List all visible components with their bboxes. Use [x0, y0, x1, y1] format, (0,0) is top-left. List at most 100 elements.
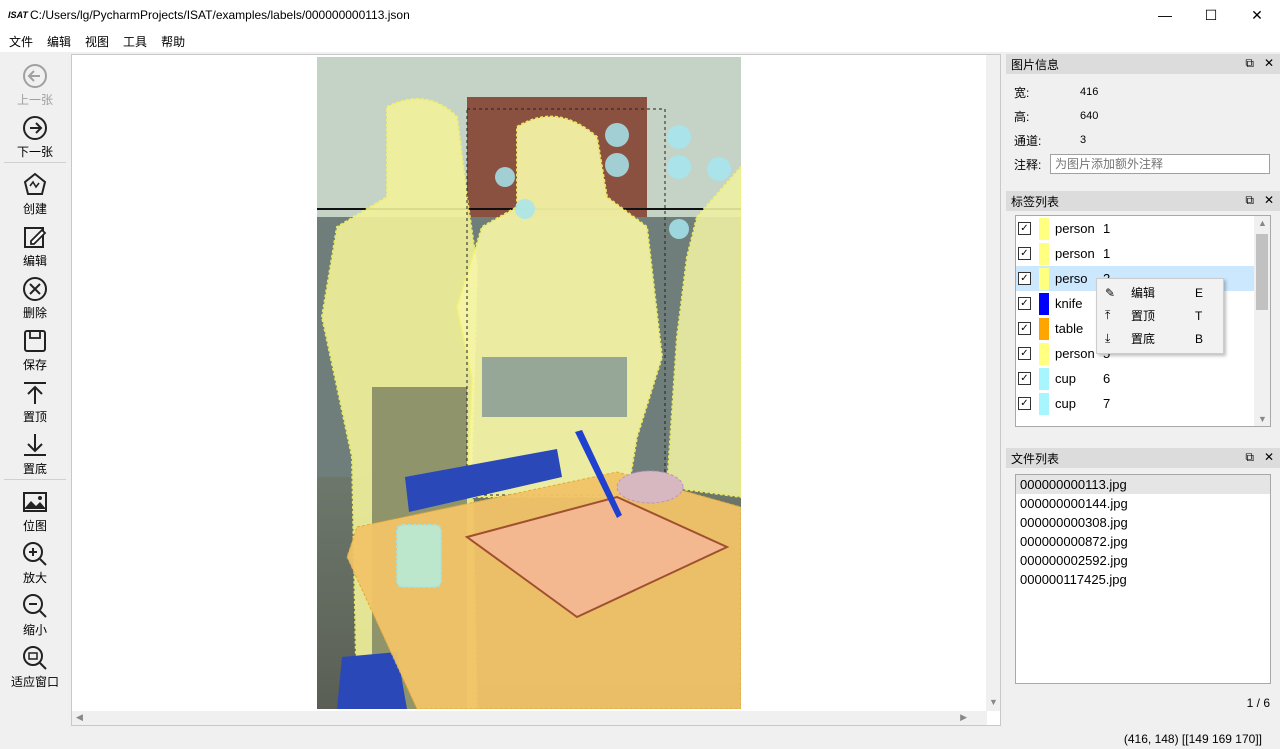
- note-input[interactable]: [1050, 154, 1270, 174]
- scroll-down-arrow-icon[interactable]: ▼: [989, 697, 998, 707]
- prev-image-button[interactable]: 上一张: [0, 56, 70, 108]
- toolbar: 上一张 下一张 创建 编辑 删除 保存 置顶 置底 位图 放大 缩小 适应窗口: [0, 56, 70, 726]
- next-image-button[interactable]: 下一张: [0, 108, 70, 160]
- context-edit-label: 编辑: [1131, 286, 1156, 300]
- bitmap-button[interactable]: 位图: [0, 482, 70, 534]
- label-list-scrollbar[interactable]: ▲ ▼: [1254, 216, 1270, 426]
- file-list-item[interactable]: 000000002592.jpg: [1016, 551, 1270, 570]
- save-button[interactable]: 保存: [0, 321, 70, 373]
- file-list[interactable]: 000000000113.jpg 000000000144.jpg 00000000…: [1015, 474, 1271, 684]
- file-list-item[interactable]: 000000117425.jpg: [1016, 570, 1270, 589]
- context-edit-shortcut: E: [1195, 285, 1204, 300]
- prev-image-label: 上一张: [16, 93, 53, 107]
- context-edit-item[interactable]: ✎ 编辑 E: [1097, 281, 1223, 304]
- float-dock-icon[interactable]: ⧉: [1245, 450, 1254, 465]
- label-list-item[interactable]: ✓ cup 6: [1016, 366, 1270, 391]
- create-button[interactable]: 创建: [0, 165, 70, 217]
- float-dock-icon[interactable]: ⧉: [1245, 193, 1254, 208]
- canvas-horizontal-scrollbar[interactable]: ◀ ▶: [72, 711, 987, 725]
- label-group-id: 1: [1103, 246, 1111, 261]
- visibility-checkbox[interactable]: ✓: [1018, 272, 1031, 285]
- label-list-item[interactable]: ✓ person 1: [1016, 241, 1270, 266]
- visibility-checkbox[interactable]: ✓: [1018, 347, 1031, 360]
- visibility-checkbox[interactable]: ✓: [1018, 222, 1031, 235]
- file-list-item[interactable]: 000000000308.jpg: [1016, 513, 1270, 532]
- file-list-item[interactable]: 000000000872.jpg: [1016, 532, 1270, 551]
- visibility-checkbox[interactable]: ✓: [1018, 372, 1031, 385]
- menu-tools[interactable]: 工具: [116, 33, 154, 50]
- context-to-bottom-shortcut: B: [1195, 331, 1204, 346]
- label-name: cup: [1055, 371, 1076, 386]
- polygon-create-icon: [23, 172, 47, 195]
- label-group-id: 7: [1103, 396, 1111, 411]
- menu-view[interactable]: 视图: [78, 33, 116, 50]
- cup-mask[interactable]: [396, 524, 442, 588]
- label-color-swatch: [1039, 392, 1049, 415]
- menu-file[interactable]: 文件: [2, 33, 40, 50]
- float-dock-icon[interactable]: ⧉: [1245, 56, 1254, 71]
- menu-edit[interactable]: 编辑: [40, 33, 78, 50]
- image-scene: [317, 57, 741, 709]
- label-list-item[interactable]: ✓ cup 7: [1016, 391, 1270, 416]
- edit-button[interactable]: 编辑: [0, 217, 70, 269]
- visibility-checkbox[interactable]: ✓: [1018, 322, 1031, 335]
- to-top-button[interactable]: 置顶: [0, 373, 70, 425]
- to-top-icon: [24, 382, 46, 404]
- context-to-top-shortcut: T: [1195, 308, 1203, 323]
- edit-label: 编辑: [22, 254, 47, 268]
- visibility-checkbox[interactable]: ✓: [1018, 397, 1031, 410]
- save-icon: [24, 330, 46, 352]
- arrow-left-circle-icon: [23, 64, 47, 88]
- close-window-button[interactable]: ✕: [1234, 0, 1280, 30]
- width-label: 宽:: [1014, 85, 1030, 100]
- annotated-image[interactable]: [317, 57, 741, 709]
- image-info-title: 图片信息: [1011, 57, 1060, 72]
- zoom-in-button[interactable]: 放大: [0, 534, 70, 586]
- delete-circle-icon: [23, 277, 47, 301]
- close-dock-icon[interactable]: ✕: [1264, 450, 1274, 465]
- label-list[interactable]: ✓person1✓person1✓perso2✓knife✓table✓pers…: [1015, 215, 1271, 427]
- scroll-thumb[interactable]: [1256, 234, 1268, 310]
- channels-value: 3: [1080, 134, 1087, 146]
- image-info-dock: 图片信息 ⧉ ✕ 宽: 416 高: 640 通道: 3 注释:: [1006, 54, 1280, 190]
- canvas-vertical-scrollbar[interactable]: ▼: [986, 55, 1000, 711]
- close-dock-icon[interactable]: ✕: [1264, 56, 1274, 71]
- file-list-title: 文件列表: [1011, 451, 1060, 466]
- context-to-top-label: 置顶: [1131, 309, 1156, 323]
- close-dock-icon[interactable]: ✕: [1264, 193, 1274, 208]
- context-to-top-item[interactable]: ⤒ 置顶 T: [1097, 304, 1223, 327]
- zoom-out-button[interactable]: 缩小: [0, 586, 70, 638]
- to-top-label: 置顶: [22, 410, 47, 424]
- scroll-left-arrow-icon[interactable]: ◀: [76, 712, 83, 723]
- menu-help[interactable]: 帮助: [154, 33, 192, 50]
- minimize-button[interactable]: —: [1142, 0, 1188, 30]
- file-list-item[interactable]: 000000000144.jpg: [1016, 494, 1270, 513]
- scroll-up-arrow-icon[interactable]: ▲: [1258, 218, 1267, 228]
- image-info-header: 图片信息 ⧉ ✕: [1006, 54, 1280, 74]
- to-bottom-button[interactable]: 置底: [0, 425, 70, 477]
- toolbar-divider: [4, 162, 66, 163]
- fit-window-label: 适应窗口: [10, 675, 59, 689]
- label-list-item[interactable]: ✓ person 1: [1016, 216, 1270, 241]
- width-value: 416: [1080, 86, 1099, 98]
- file-list-header: 文件列表 ⧉ ✕: [1006, 448, 1280, 468]
- maximize-button[interactable]: ☐: [1188, 0, 1234, 30]
- arrow-right-circle-icon: [23, 116, 47, 140]
- fit-window-button[interactable]: 适应窗口: [0, 638, 70, 690]
- annotation-canvas[interactable]: ▼ ◀ ▶: [71, 54, 1001, 726]
- visibility-checkbox[interactable]: ✓: [1018, 297, 1031, 310]
- to-top-icon: ⤒: [1105, 308, 1111, 322]
- scroll-right-arrow-icon[interactable]: ▶: [960, 712, 967, 723]
- context-to-bottom-item[interactable]: ⤓ 置底 B: [1097, 327, 1223, 350]
- label-list-header: 标签列表 ⧉ ✕: [1006, 191, 1280, 211]
- edit-icon: [24, 227, 47, 248]
- app-logo-icon: ISAT: [8, 10, 28, 20]
- delete-button[interactable]: 删除: [0, 269, 70, 321]
- visibility-checkbox[interactable]: ✓: [1018, 247, 1031, 260]
- label-color-swatch: [1039, 342, 1049, 365]
- next-image-label: 下一张: [16, 145, 53, 159]
- zoom-out-icon: [23, 594, 47, 618]
- label-color-swatch: [1039, 242, 1049, 265]
- file-list-item[interactable]: 000000000113.jpg: [1016, 475, 1270, 494]
- scroll-down-arrow-icon[interactable]: ▼: [1258, 414, 1267, 424]
